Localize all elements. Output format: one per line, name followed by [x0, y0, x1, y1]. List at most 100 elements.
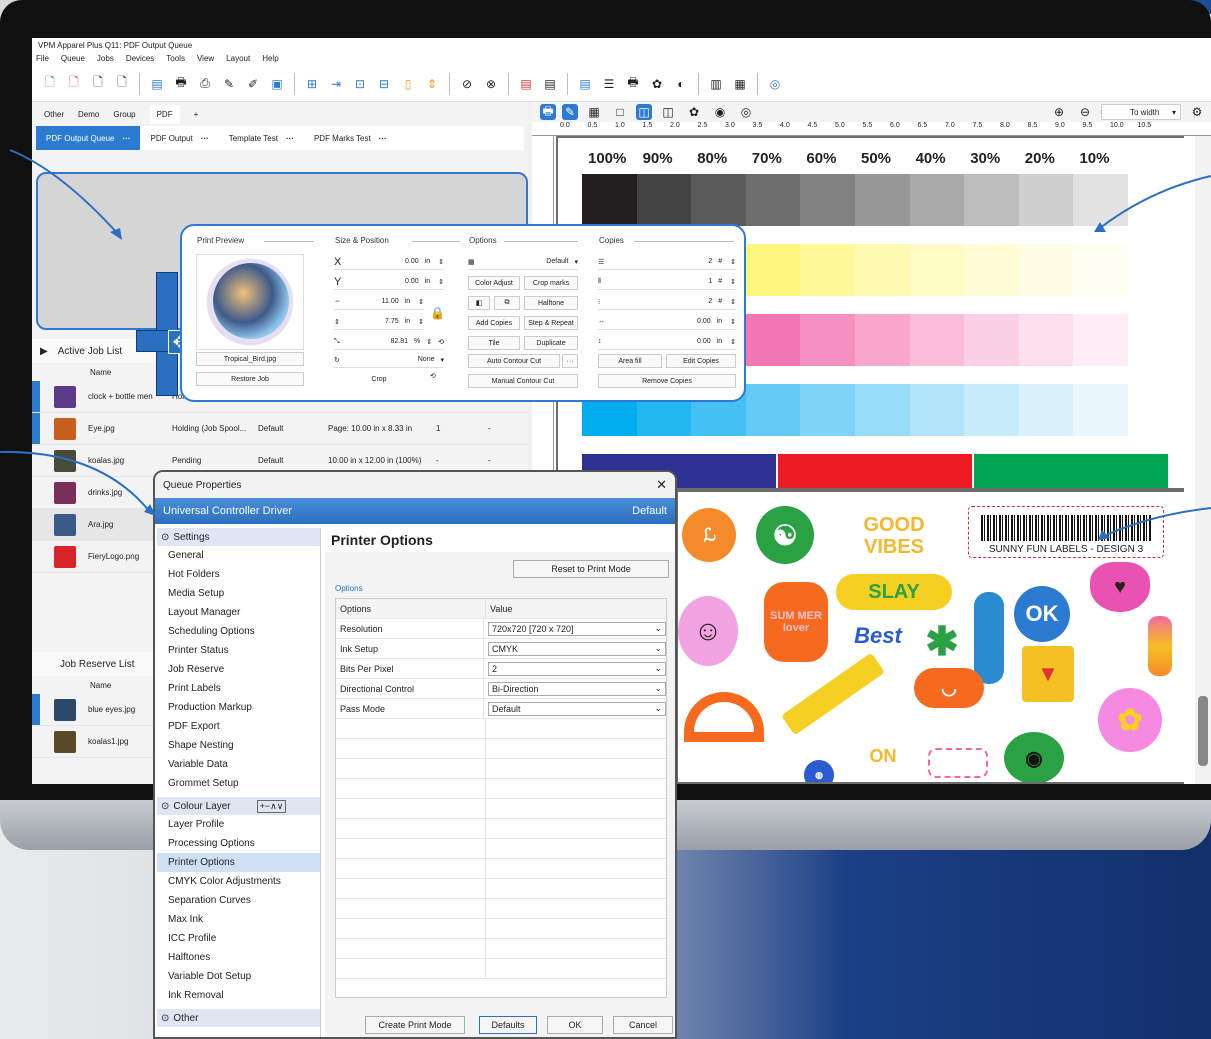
- menu-view[interactable]: View: [197, 54, 214, 64]
- column-name[interactable]: Name: [90, 681, 111, 690]
- menu-file[interactable]: File: [36, 54, 49, 64]
- print-view-icon[interactable]: 🖶: [540, 104, 556, 120]
- table-row[interactable]: Eye.jpg Holding (Job Spool... Default Pa…: [32, 413, 528, 445]
- barcode-icon[interactable]: ▥: [706, 74, 726, 94]
- rotation-select[interactable]: ↻ None ▾: [334, 352, 444, 368]
- copies-count-field[interactable]: ☰ 2 # ⇕: [598, 254, 736, 270]
- scrollbar-thumb[interactable]: [1198, 696, 1208, 766]
- option-value-select[interactable]: 720x720 [720 x 720] ⌄: [488, 621, 666, 636]
- reset-print-mode-button[interactable]: Reset to Print Mode: [513, 560, 669, 578]
- width-field[interactable]: ⇔ 11.00 in ⇕: [334, 294, 424, 310]
- spinner-icon[interactable]: ⇕: [730, 318, 736, 326]
- colour-layer-item[interactable]: Max Ink: [157, 910, 320, 929]
- flip-icon[interactable]: ⧉: [494, 296, 520, 310]
- settings-item[interactable]: Production Markup: [157, 698, 320, 717]
- remove-copies-button[interactable]: Remove Copies: [598, 374, 736, 388]
- colour-layer-item[interactable]: Ink Removal: [157, 986, 320, 1005]
- palette-icon[interactable]: ✿: [684, 102, 704, 122]
- menu-help[interactable]: Help: [262, 54, 278, 64]
- spinner-icon[interactable]: ⇕: [730, 298, 736, 306]
- more-icon[interactable]: ···: [286, 134, 294, 143]
- h-gap-field[interactable]: ↔ 0.00 in ⇕: [598, 314, 736, 330]
- frame-icon[interactable]: □: [610, 102, 630, 122]
- preview-scrollbar[interactable]: [1195, 136, 1211, 784]
- select-icon[interactable]: ◫: [658, 102, 678, 122]
- menu-devices[interactable]: Devices: [126, 54, 154, 64]
- options-preset-select[interactable]: ▦ Default ▾: [468, 254, 578, 270]
- menu-tools[interactable]: Tools: [166, 54, 185, 64]
- mirror-icon[interactable]: ◧: [468, 296, 490, 310]
- crop-marks-button[interactable]: Crop marks: [524, 276, 578, 290]
- other-group[interactable]: ⊙ Other: [157, 1009, 320, 1027]
- height-field[interactable]: ⇕ 7.75 in ⇕: [334, 314, 424, 330]
- close-icon[interactable]: ✕: [656, 477, 667, 493]
- colour-layer-item[interactable]: ICC Profile: [157, 929, 320, 948]
- ok-button[interactable]: OK: [547, 1016, 603, 1034]
- add-tab-button[interactable]: +: [194, 110, 199, 119]
- spinner-icon[interactable]: ⇕: [730, 338, 736, 346]
- more-icon[interactable]: ···: [379, 134, 387, 143]
- settings-gear-icon[interactable]: ⚙: [1187, 102, 1207, 122]
- spinner-icon[interactable]: ⇕: [426, 338, 432, 346]
- tab-other[interactable]: Other: [44, 110, 64, 119]
- settings-item[interactable]: Printer Status: [157, 641, 320, 660]
- spinner-icon[interactable]: ⇕: [418, 318, 424, 326]
- settings-item[interactable]: Print Labels: [157, 679, 320, 698]
- colour-layer-item[interactable]: Printer Options: [157, 853, 320, 872]
- tile-button[interactable]: Tile: [468, 336, 520, 350]
- option-value-select[interactable]: CMYK ⌄: [488, 641, 666, 656]
- spinner-icon[interactable]: ⇕: [730, 258, 736, 266]
- crop-button[interactable]: Crop: [334, 372, 424, 386]
- printer-icon[interactable]: 🖶: [171, 74, 191, 94]
- spinner-icon[interactable]: ⇕: [438, 258, 444, 266]
- settings-item[interactable]: Job Reserve: [157, 660, 320, 679]
- subtab-pdf-output[interactable]: PDF Output ···: [140, 126, 218, 150]
- expand-arrow-icon[interactable]: ▶: [40, 346, 48, 357]
- tab-group[interactable]: Group: [113, 110, 135, 119]
- colour-layer-group[interactable]: ⊙ Colour Layer +−∧∨: [157, 797, 320, 815]
- color-tool-icon[interactable]: ✿: [647, 74, 667, 94]
- zoom-in-icon[interactable]: ⊕: [1049, 102, 1069, 122]
- x-position-field[interactable]: X 0.00 in ⇕: [334, 254, 444, 270]
- edit-tool-icon[interactable]: ✎: [562, 104, 578, 120]
- crop-link-icon[interactable]: ⟲: [430, 372, 436, 380]
- settings-item[interactable]: Scheduling Options: [157, 622, 320, 641]
- spinner-icon[interactable]: ⇕: [418, 298, 424, 306]
- settings-item[interactable]: Shape Nesting: [157, 736, 320, 755]
- menu-layout[interactable]: Layout: [226, 54, 250, 64]
- list-icon[interactable]: ☰: [599, 74, 619, 94]
- y-position-field[interactable]: Y 0.00 in ⇕: [334, 274, 444, 290]
- settings-item[interactable]: General: [157, 546, 320, 565]
- queue-props-icon[interactable]: ▤: [575, 74, 595, 94]
- fit-icon[interactable]: ⊟: [374, 74, 394, 94]
- queue-icon[interactable]: ▤: [147, 74, 167, 94]
- restore-job-button[interactable]: Restore Job: [196, 372, 304, 386]
- subtab-pdf-output-queue[interactable]: PDF Output Queue ···: [36, 126, 141, 150]
- cancel-icon[interactable]: ⊗: [481, 74, 501, 94]
- new-job-icon[interactable]: 🗋: [40, 74, 60, 94]
- column-name[interactable]: Name: [90, 368, 111, 377]
- align-icon[interactable]: ⇥: [326, 74, 346, 94]
- v-gap-field[interactable]: ↕ 0.00 in ⇕: [598, 334, 736, 350]
- grid-icon[interactable]: ▦: [584, 102, 604, 122]
- save-icon[interactable]: ▣: [267, 74, 287, 94]
- lock-icon[interactable]: 🔒: [430, 306, 445, 320]
- job-info-icon[interactable]: 🗋: [112, 74, 132, 94]
- colour-layer-item[interactable]: Variable Dot Setup: [157, 967, 320, 986]
- queue-stop-icon[interactable]: ▤: [516, 74, 536, 94]
- device-icon[interactable]: 🖶: [623, 74, 643, 94]
- menu-jobs[interactable]: Jobs: [97, 54, 114, 64]
- collapse-icon[interactable]: ⊙: [161, 532, 169, 543]
- expand-icon[interactable]: ⊙: [161, 1013, 169, 1024]
- layer-controls-icon[interactable]: +−∧∨: [256, 799, 287, 813]
- output-icon[interactable]: ▦: [730, 74, 750, 94]
- manual-contour-cut-button[interactable]: Manual Contour Cut: [468, 374, 578, 388]
- cancel-button[interactable]: Cancel: [613, 1016, 673, 1034]
- compass-icon[interactable]: ◎: [765, 74, 785, 94]
- colour-layer-item[interactable]: Layer Profile: [157, 815, 320, 834]
- colour-layer-item[interactable]: CMYK Color Adjustments: [157, 872, 320, 891]
- add-copies-button[interactable]: Add Copies: [468, 316, 520, 330]
- zoom-select[interactable]: To width ▾: [1101, 104, 1181, 120]
- preview-icon[interactable]: ◫: [636, 104, 652, 120]
- settings-item[interactable]: PDF Export: [157, 717, 320, 736]
